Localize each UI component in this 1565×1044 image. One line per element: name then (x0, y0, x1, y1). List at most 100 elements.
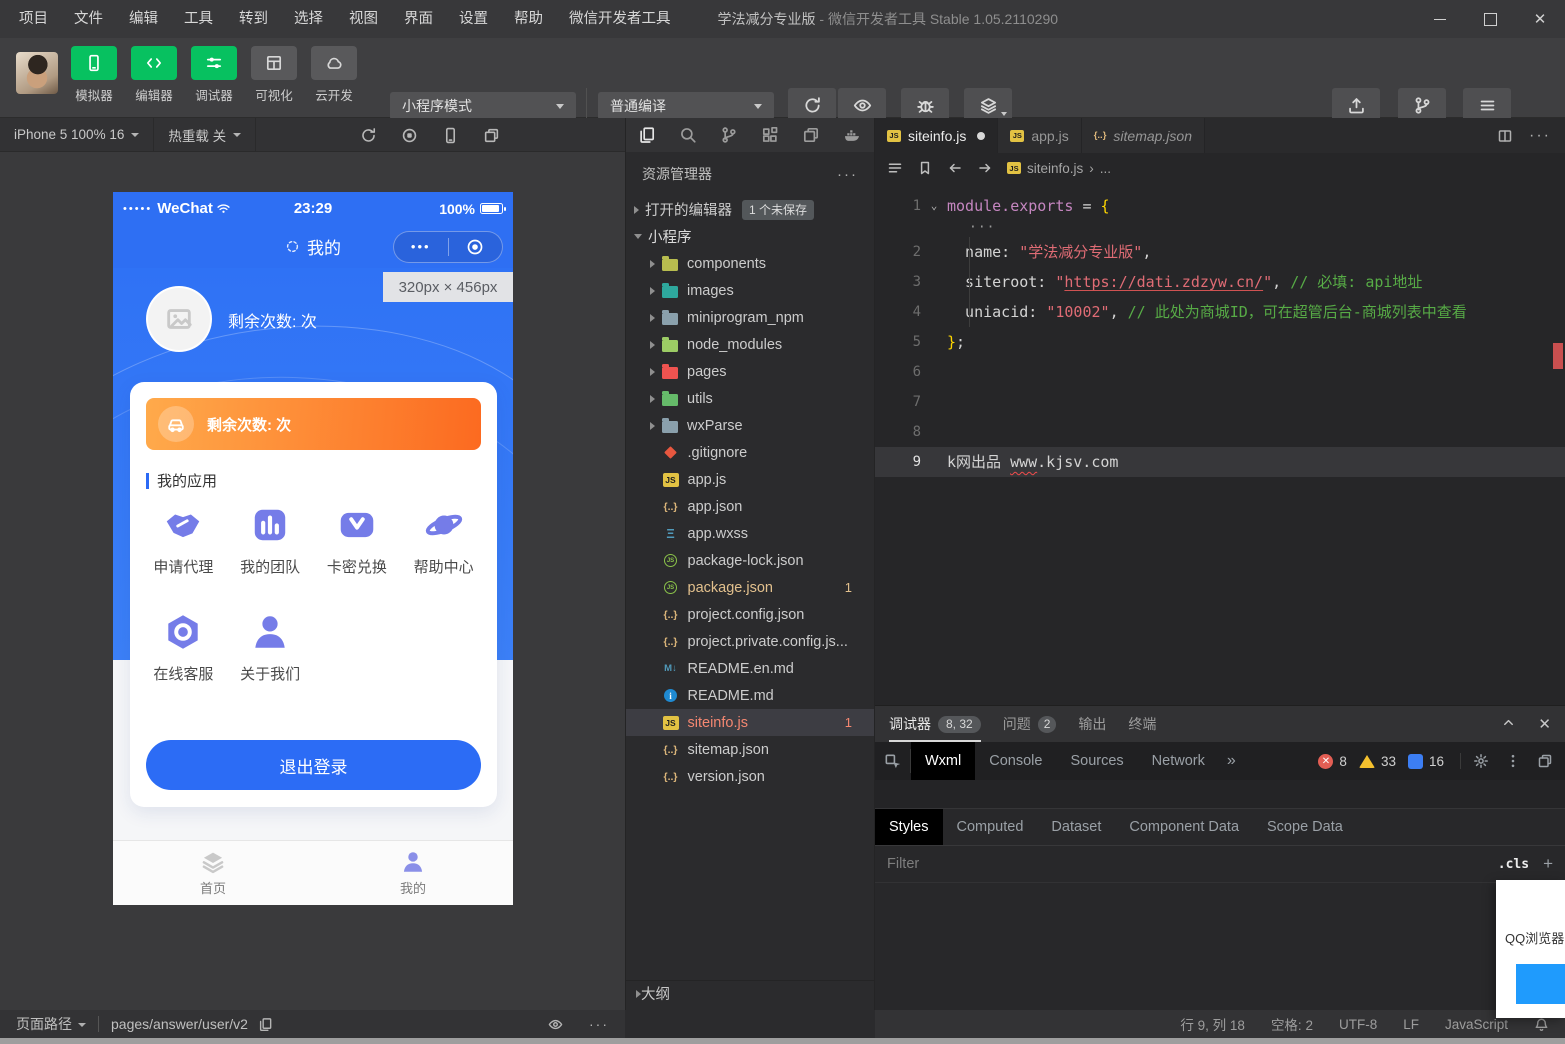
tree-item-README.en.md[interactable]: M↓README.en.md (626, 655, 874, 682)
code-line-2[interactable]: 2 name: "学法减分专业版", (875, 237, 1565, 267)
tree-item-project.private.config.js...[interactable]: {..}project.private.config.js... (626, 628, 874, 655)
outline-list-icon[interactable] (887, 160, 903, 176)
devtools-settings-icon[interactable] (1473, 753, 1489, 769)
code-line-7[interactable]: 7 (875, 387, 1565, 417)
toolbar-button-模拟器[interactable]: 模拟器 (64, 46, 124, 104)
copy-path-icon[interactable] (258, 1017, 273, 1032)
app-item-关于我们[interactable]: 关于我们 (227, 611, 314, 684)
window-restore-icon[interactable] (790, 118, 831, 152)
app-item-我的团队[interactable]: 我的团队 (227, 504, 314, 577)
menu-文件[interactable]: 文件 (61, 0, 116, 38)
popup-button[interactable] (1516, 964, 1565, 1004)
remaining-banner[interactable]: 剩余次数: 次 (146, 398, 481, 450)
device-frame-icon[interactable] (442, 127, 459, 144)
editor-more-button[interactable]: ··· (1529, 127, 1551, 145)
tree-item-project.config.json[interactable]: {..}project.config.json (626, 601, 874, 628)
devtools-tab-Console[interactable]: Console (975, 742, 1056, 780)
fold-chevron-icon[interactable]: ⌄ (921, 191, 947, 221)
debugger-tab-调试器[interactable]: 调试器8, 32 (889, 706, 981, 742)
logout-button[interactable]: 退出登录 (146, 740, 481, 790)
encoding[interactable]: UTF-8 (1339, 1017, 1377, 1032)
add-style-button[interactable]: + (1543, 854, 1553, 874)
tree-item-components[interactable]: components (626, 250, 874, 277)
toolbar-button-可视化[interactable]: 可视化 (244, 46, 304, 104)
tree-item-package-lock.json[interactable]: JSpackage-lock.json (626, 547, 874, 574)
multi-window-icon[interactable] (483, 127, 500, 144)
tree-item-app.json[interactable]: {..}app.json (626, 493, 874, 520)
device-select[interactable]: iPhone 5 100% 16 (0, 118, 153, 151)
menu-选择[interactable]: 选择 (281, 0, 336, 38)
navigate-back-icon[interactable] (947, 160, 963, 176)
search-icon[interactable] (667, 118, 708, 152)
project-root-row[interactable]: 小程序 (626, 223, 874, 250)
breadcrumb-file[interactable]: JS siteinfo.js › ... (1007, 161, 1111, 176)
cursor-position[interactable]: 行 9, 列 18 (1180, 1014, 1245, 1034)
code-line-6[interactable]: 6 (875, 357, 1565, 387)
app-item-卡密兑换[interactable]: 卡密兑换 (314, 504, 401, 577)
debugger-tab-问题[interactable]: 问题2 (1003, 706, 1057, 742)
toggle-class-button[interactable]: .cls (1498, 857, 1529, 872)
close-button[interactable]: ✕ (1515, 0, 1565, 38)
toolbar-button-调试器[interactable]: 调试器 (184, 46, 244, 104)
menu-工具[interactable]: 工具 (171, 0, 226, 38)
editor-tab-sitemap.json[interactable]: {..}sitemap.json (1082, 118, 1205, 153)
tree-item-sitemap.json[interactable]: {..}sitemap.json (626, 736, 874, 763)
debugger-tab-输出[interactable]: 输出 (1078, 706, 1106, 742)
hot-reload-select[interactable]: 热重载 关 (154, 118, 255, 151)
editor-tab-siteinfo.js[interactable]: JSsiteinfo.js (875, 118, 998, 153)
close-panel-icon[interactable]: ✕ (1538, 715, 1551, 733)
menu-微信开发者工具[interactable]: 微信开发者工具 (556, 0, 684, 38)
close-miniprogram-button[interactable] (449, 238, 503, 256)
maximize-button[interactable] (1465, 0, 1515, 38)
inspect-element-icon[interactable] (875, 749, 911, 773)
tree-item-pages[interactable]: pages (626, 358, 874, 385)
tree-item-siteinfo.js[interactable]: JSsiteinfo.js1 (626, 709, 874, 736)
compile-mode-select[interactable]: 普通编译 (598, 92, 774, 120)
upload-button[interactable] (1332, 88, 1380, 122)
outline-section[interactable]: 大纲 (626, 980, 874, 1006)
devtools-tab-Network[interactable]: Network (1138, 742, 1219, 780)
tree-item-node_modules[interactable]: node_modules (626, 331, 874, 358)
explorer-more-button[interactable]: ··· (837, 166, 858, 183)
page-path-label[interactable]: 页面路径 (16, 1014, 72, 1034)
eol[interactable]: LF (1403, 1017, 1419, 1032)
clear-cache-button[interactable] (964, 88, 1012, 122)
menu-项目[interactable]: 项目 (6, 0, 61, 38)
tree-item-.gitignore[interactable]: .gitignore (626, 439, 874, 466)
menu-编辑[interactable]: 编辑 (116, 0, 171, 38)
devtools-tab-Sources[interactable]: Sources (1056, 742, 1137, 780)
styles-tab-Dataset[interactable]: Dataset (1037, 809, 1115, 845)
tree-item-version.json[interactable]: {..}version.json (626, 763, 874, 790)
docker-icon[interactable] (831, 118, 872, 152)
styles-tab-Component Data[interactable]: Component Data (1115, 809, 1253, 845)
mode-select[interactable]: 小程序模式 (390, 92, 576, 120)
code-line-8[interactable]: 8 (875, 417, 1565, 447)
toggle-visibility-icon[interactable] (548, 1017, 563, 1032)
more-tabs-button[interactable]: » (1219, 752, 1244, 770)
folded-hint[interactable]: ··· (875, 221, 1565, 237)
code-line-4[interactable]: 4 uniacid: "10002", // 此处为商城ID，可在超管后台-商城… (875, 297, 1565, 327)
styles-tab-Styles[interactable]: Styles (875, 809, 943, 845)
tree-item-README.md[interactable]: iREADME.md (626, 682, 874, 709)
undock-icon[interactable] (1537, 753, 1553, 769)
devtools-counts[interactable]: ✕ 8 33 16 (1318, 754, 1460, 769)
filter-input[interactable]: Filter (887, 856, 919, 872)
tab-首页[interactable]: 首页 (113, 841, 313, 905)
collapse-panel-icon[interactable] (1501, 715, 1516, 730)
tree-item-package.json[interactable]: JSpackage.json1 (626, 574, 874, 601)
app-item-帮助中心[interactable]: 帮助中心 (400, 504, 487, 577)
app-item-在线客服[interactable]: 在线客服 (140, 611, 227, 684)
styles-tab-Computed[interactable]: Computed (943, 809, 1038, 845)
preview-button[interactable] (838, 88, 886, 122)
tree-item-miniprogram_npm[interactable]: miniprogram_npm (626, 304, 874, 331)
split-editor-icon[interactable] (1497, 128, 1513, 144)
more-menu-button[interactable]: ••• (394, 232, 448, 262)
qq-browser-popup[interactable]: QQ浏览器 (1496, 880, 1565, 1018)
compile-button[interactable] (788, 88, 836, 122)
app-item-申请代理[interactable]: 申请代理 (140, 504, 227, 577)
restart-icon[interactable] (360, 127, 377, 144)
tree-item-utils[interactable]: utils (626, 385, 874, 412)
menu-转到[interactable]: 转到 (226, 0, 281, 38)
tree-item-app.js[interactable]: JSapp.js (626, 466, 874, 493)
toolbar-button-云开发[interactable]: 云开发 (304, 46, 364, 104)
